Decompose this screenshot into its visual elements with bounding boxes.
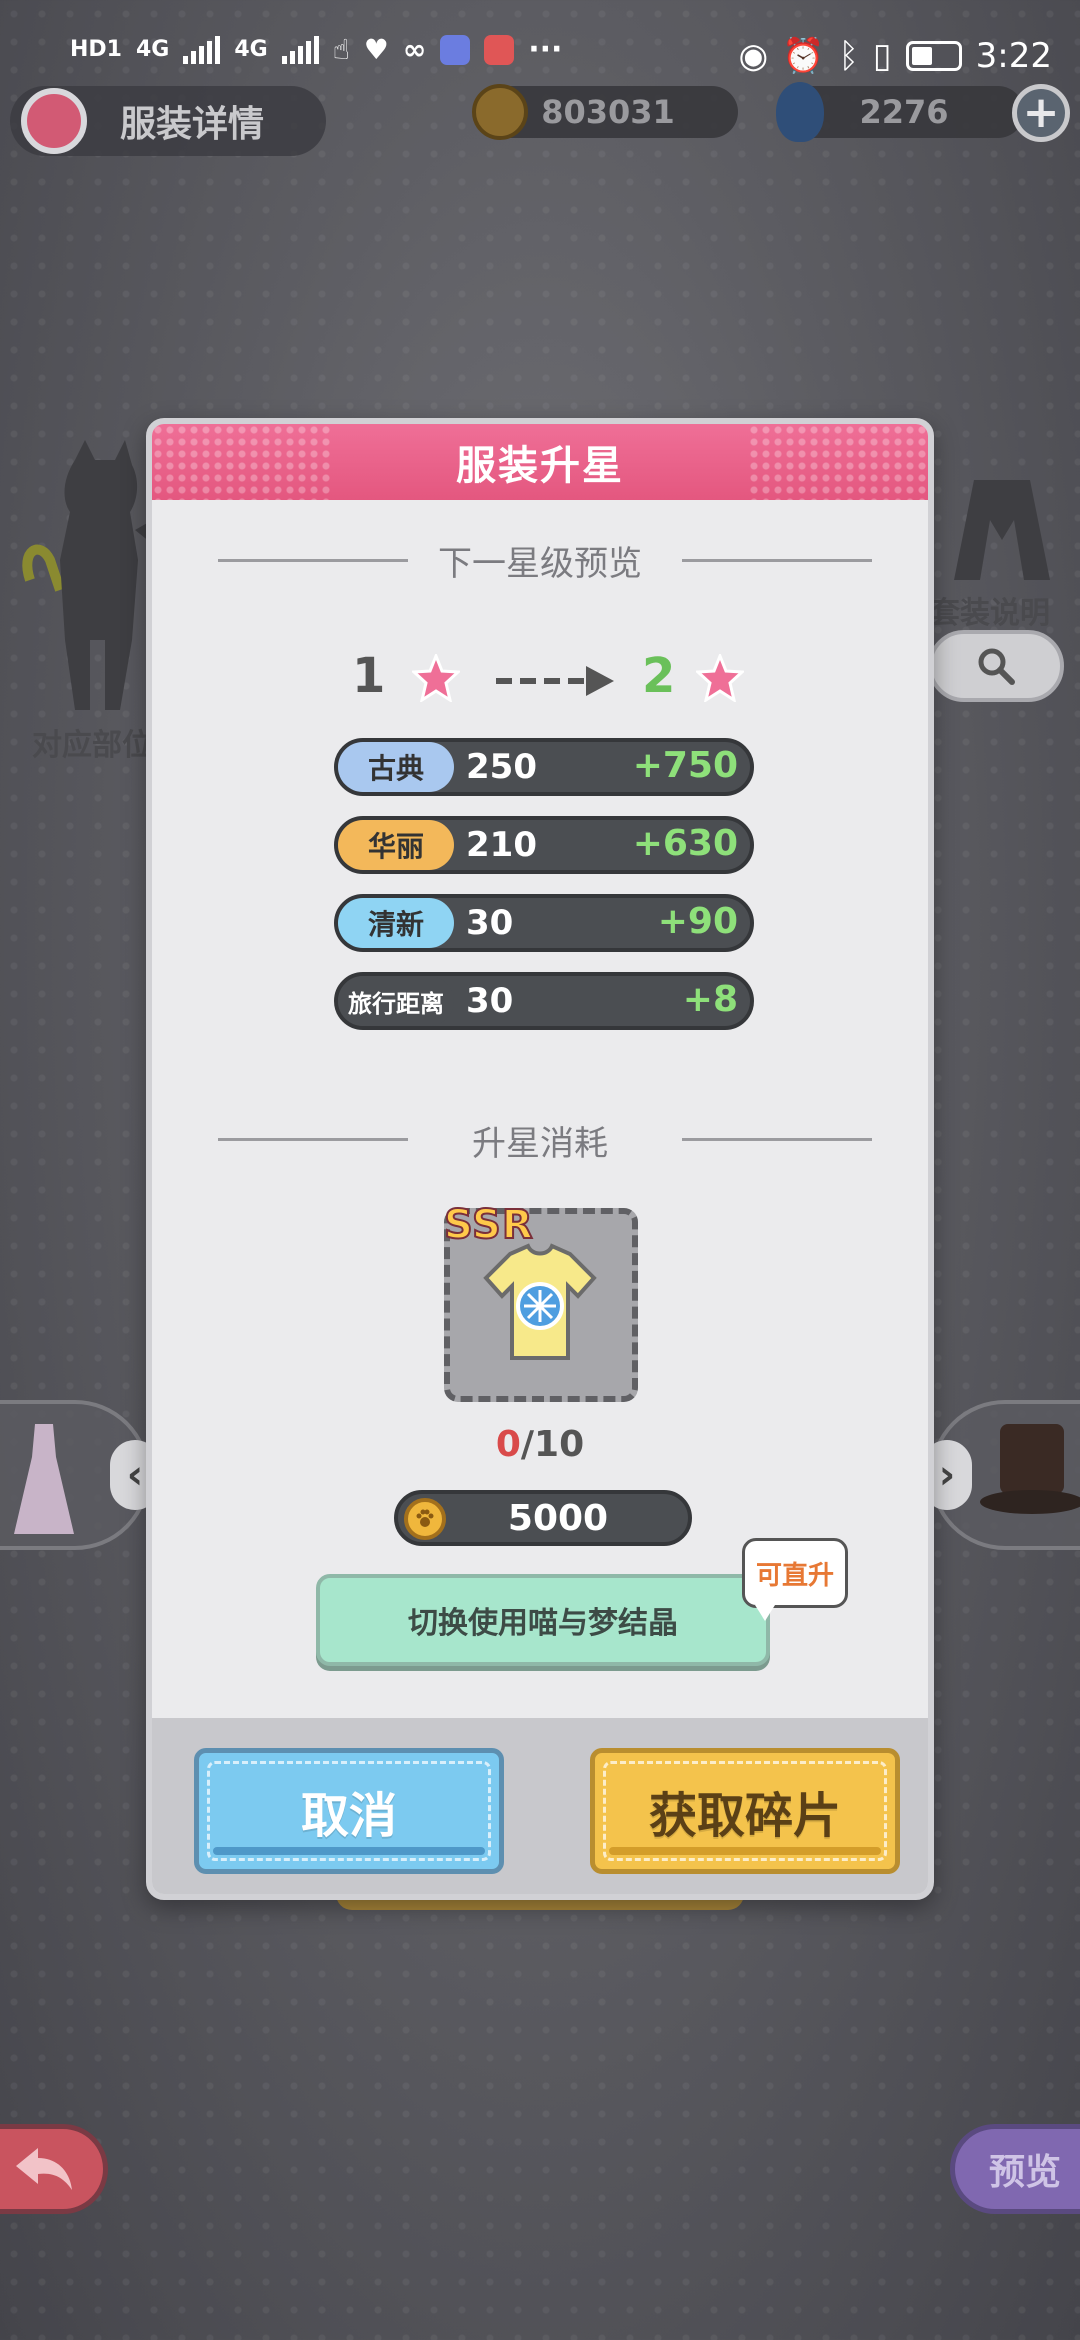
network-label-2: 4G	[234, 37, 268, 62]
hd1-label: HD1	[70, 37, 122, 62]
stat-increase: +750	[632, 745, 738, 786]
book-app-icon	[484, 34, 515, 65]
status-time: 3:22	[975, 36, 1052, 76]
stat-row-classic: 古典 250 +750	[334, 738, 754, 796]
stat-tag: 古典	[338, 742, 454, 792]
hat-icon	[12, 86, 96, 156]
coin-cost-value: 5000	[507, 1497, 609, 1539]
fragment-count: 0/10	[152, 1424, 928, 1465]
status-right: ◉ ⏰ ᛒ ▯ 3:22	[739, 36, 1053, 76]
gem-balance-value: 2276	[859, 93, 949, 131]
heart-icon: ♥	[363, 33, 389, 66]
music-app-icon	[440, 34, 471, 65]
stat-value: 30	[466, 903, 514, 943]
coin-cost: 5000	[394, 1490, 692, 1546]
arrow-right-icon	[496, 666, 614, 696]
cancel-button-label: 取消	[300, 1788, 397, 1844]
fragments-owned: 0	[495, 1424, 521, 1465]
preview-section-title: 下一星级预览	[438, 544, 642, 584]
stat-row-gorgeous: 华丽 210 +630	[334, 816, 754, 874]
battery-icon	[905, 41, 962, 71]
get-fragments-button[interactable]: 获取碎片	[590, 1748, 900, 1874]
paw-coin-icon	[404, 1498, 446, 1540]
eye-icon: ◉	[738, 36, 769, 76]
stat-tag: 旅行距离	[338, 976, 454, 1026]
next-star-level: 2	[642, 648, 676, 704]
alarm-icon: ⏰	[782, 36, 825, 76]
upgrade-star-dialog: 服装升星 下一星级预览 1 2 古典 250 +750 华丽 210 +630 …	[146, 418, 934, 1900]
suit-label: 套装说明	[930, 596, 1050, 631]
top-hat-icon	[980, 1424, 1080, 1534]
add-gems-button[interactable]: +	[1012, 84, 1070, 142]
signal-icon-2	[281, 35, 319, 64]
star-icon	[412, 654, 460, 702]
stat-row-travel: 旅行距离 30 +8	[334, 972, 754, 1030]
cancel-button[interactable]: 取消	[194, 1748, 504, 1874]
star-level-row: 1 2	[152, 644, 928, 714]
dialog-title: 服装升星	[456, 443, 624, 489]
star-icon	[696, 654, 744, 702]
stat-value: 210	[466, 825, 537, 865]
status-bar: HD1 4G 4G ☝ ♥ ∞ ··· ◉ ⏰ ᛒ ▯ 3:22	[0, 0, 1080, 96]
coin-balance-value: 803031	[541, 93, 675, 131]
slot-label: 对应部位	[32, 728, 152, 763]
bluetooth-icon: ᛒ	[838, 36, 859, 76]
coin-icon	[472, 84, 528, 140]
fragments-required: /10	[520, 1424, 585, 1465]
preview-button[interactable]: 预览	[950, 2124, 1080, 2214]
link-icon: ∞	[402, 33, 427, 66]
cost-section-title: 升星消耗	[472, 1124, 608, 1164]
rarity-badge: SSR	[443, 1201, 534, 1249]
dress-icon	[14, 1424, 74, 1534]
vibrate-icon: ▯	[872, 36, 892, 76]
status-left: HD1 4G 4G ☝ ♥ ∞ ···	[70, 32, 562, 67]
gem-icon	[776, 82, 824, 142]
search-button[interactable]	[928, 630, 1064, 702]
suit-icon	[954, 480, 1050, 580]
stat-tag: 华丽	[338, 820, 454, 870]
stat-increase: +90	[657, 901, 738, 942]
stat-value: 30	[466, 981, 514, 1021]
touch-icon: ☝	[332, 33, 350, 66]
stat-increase: +630	[632, 823, 738, 864]
stat-row-fresh: 清新 30 +90	[334, 894, 754, 952]
current-star-level: 1	[352, 648, 386, 704]
switch-currency-button[interactable]: 切换使用喵与梦结晶	[316, 1574, 770, 1666]
tshirt-icon	[483, 1243, 597, 1360]
stat-increase: +8	[682, 979, 738, 1020]
signal-icon	[183, 35, 221, 64]
network-label-1: 4G	[135, 37, 170, 62]
dialog-header: 服装升星	[152, 424, 928, 500]
search-icon	[978, 648, 1015, 685]
direct-upgrade-tooltip: 可直升	[742, 1538, 848, 1621]
back-button[interactable]	[0, 2124, 108, 2214]
stat-value: 250	[466, 747, 537, 787]
stat-tag: 清新	[338, 898, 454, 948]
more-icon: ···	[528, 32, 563, 67]
back-arrow-icon	[16, 2148, 72, 2190]
get-fragments-button-label: 获取碎片	[648, 1788, 841, 1844]
